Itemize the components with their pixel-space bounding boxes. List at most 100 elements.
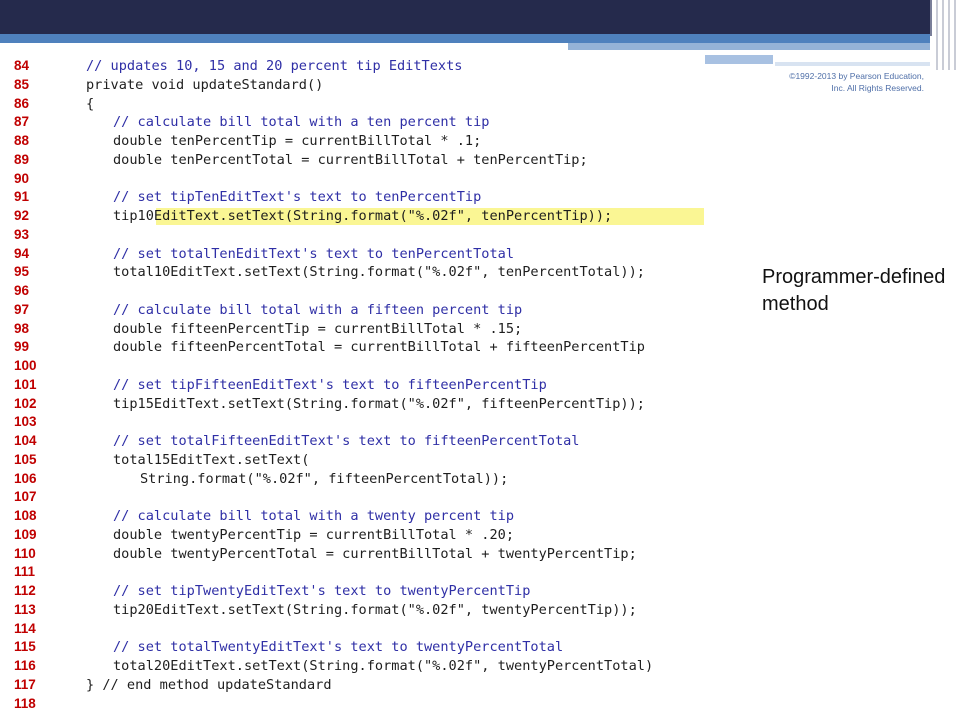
line-number: 103: [14, 414, 37, 430]
line-number: 97: [14, 301, 30, 317]
code-text: // updates 10, 15 and 20 percent tip Edi…: [86, 58, 463, 74]
code-text: tip20EditText.setText(String.format("%.0…: [113, 601, 637, 618]
code-line: 89 double tenPercentTotal = currentBillTo…: [14, 151, 704, 170]
code-text: double twentyPercentTip = currentBillTot…: [113, 526, 515, 543]
code-text: tip15EditText.setText(String.format("%.0…: [113, 395, 645, 412]
code-line: 115 // set totalTwentyEditText's text to …: [14, 638, 704, 657]
code-text: // set totalFifteenEditText's text to fi…: [113, 433, 580, 449]
line-number: 107: [14, 489, 37, 505]
code-text: double fifteenPercentTotal = currentBill…: [113, 339, 645, 356]
line-number: 88: [14, 133, 30, 148]
code-line: 99 double fifteenPercentTotal = currentBi…: [14, 338, 704, 357]
code-line: 105 total15EditText.setText(: [14, 451, 704, 470]
code-line: 91 // set tipTenEditText's text to tenPer…: [14, 188, 704, 207]
code-line: 110 double twentyPercentTotal = currentBi…: [14, 545, 704, 564]
code-line: 97 // calculate bill total with a fifteen…: [14, 301, 704, 320]
code-line: 108 // calculate bill total with a twenty…: [14, 507, 704, 526]
code-text: // calculate bill total with a fifteen p…: [113, 301, 523, 318]
line-number: 104: [14, 433, 37, 448]
code-text: double tenPercentTip = currentBillTotal …: [113, 133, 482, 149]
line-number: 110: [14, 545, 36, 561]
line-number: 102: [14, 395, 37, 411]
code-line: 87 // calculate bill total with a ten per…: [14, 113, 704, 132]
code-text: total20EditText.setText(String.format("%…: [113, 658, 654, 674]
line-number: 117: [14, 676, 36, 692]
accent-stripe: [0, 34, 930, 43]
code-text: // set totalTenEditText's text to tenPer…: [113, 245, 515, 262]
code-line: 92 tip10EditText.setText(String.format("%…: [14, 207, 704, 226]
code-listing: 84 // updates 10, 15 and 20 percent tip E…: [14, 57, 704, 715]
code-text: String.format("%.02f", fifteenPercentTot…: [140, 470, 509, 487]
code-line: 112 // set tipTwentyEditText's text to tw…: [14, 582, 704, 601]
code-line: 113 tip20EditText.setText(String.format("…: [14, 601, 704, 620]
code-text: // set tipTenEditText's text to tenPerce…: [113, 189, 482, 206]
line-number: 91: [14, 189, 30, 205]
code-text: // calculate bill total with a ten perce…: [113, 114, 490, 131]
line-number: 93: [14, 226, 30, 242]
code-line: 86 {: [14, 95, 704, 114]
line-number: 96: [14, 283, 30, 298]
code-text: double twentyPercentTotal = currentBillT…: [113, 545, 637, 562]
code-line: 102 tip15EditText.setText(String.format("…: [14, 395, 704, 414]
code-text: tip10EditText.setText(String.format("%.0…: [113, 208, 613, 224]
code-text: private void updateStandard(): [86, 76, 324, 93]
line-number: 105: [14, 451, 37, 467]
line-number: 109: [14, 526, 37, 542]
code-text: {: [86, 95, 95, 112]
code-line: 104 // set totalFifteenEditText's text to…: [14, 432, 704, 451]
line-number: 113: [14, 601, 36, 617]
code-line: 111: [14, 563, 704, 582]
code-line: 109 double twentyPercentTip = currentBill…: [14, 526, 704, 545]
line-number: 106: [14, 470, 37, 486]
line-number: 84: [14, 58, 30, 73]
code-line: 114: [14, 620, 704, 639]
code-text: // calculate bill total with a twenty pe…: [113, 508, 515, 524]
line-number: 108: [14, 508, 37, 523]
line-number: 111: [14, 564, 36, 580]
code-line: 103: [14, 413, 704, 432]
line-number: 98: [14, 320, 30, 336]
code-line: 95 total10EditText.setText(String.format(…: [14, 263, 704, 282]
header-bar: [0, 0, 930, 34]
line-number: 99: [14, 339, 30, 355]
code-line: 93: [14, 226, 704, 245]
line-number: 116: [14, 658, 36, 673]
line-number: 90: [14, 170, 30, 186]
accent-stripe-pale: [775, 62, 930, 66]
code-text: // set tipFifteenEditText's text to fift…: [113, 376, 547, 393]
code-line: 84 // updates 10, 15 and 20 percent tip E…: [14, 57, 704, 76]
code-text: double tenPercentTotal = currentBillTota…: [113, 151, 588, 168]
code-text: double fifteenPercentTip = currentBillTo…: [113, 320, 523, 337]
code-line: 106 String.format("%.02f", fifteenPercent…: [14, 470, 704, 489]
callout-label: Programmer-defined method: [762, 266, 946, 315]
code-line: 94 // set totalTenEditText's text to tenP…: [14, 245, 704, 264]
code-line: 98 double fifteenPercentTip = currentBill…: [14, 320, 704, 339]
corner-decoration: [930, 0, 960, 70]
code-line: 100: [14, 357, 704, 376]
accent-stripe-mid: [705, 55, 773, 64]
line-number: 95: [14, 264, 30, 280]
line-number: 114: [14, 620, 36, 636]
code-text: } // end method updateStandard: [86, 676, 332, 693]
line-number: 87: [14, 114, 30, 130]
code-line: 88 double tenPercentTip = currentBillTota…: [14, 132, 704, 151]
code-line: 116 total20EditText.setText(String.format…: [14, 657, 704, 676]
code-line: 117 } // end method updateStandard: [14, 676, 704, 695]
line-number: 94: [14, 245, 30, 261]
line-number: 101: [14, 376, 37, 392]
line-number: 86: [14, 95, 30, 111]
line-number: 89: [14, 151, 30, 167]
code-line: 96: [14, 282, 704, 301]
line-number: 100: [14, 358, 37, 373]
line-number: 85: [14, 76, 30, 92]
code-line: 90: [14, 170, 704, 189]
code-text: // set tipTwentyEditText's text to twent…: [113, 583, 531, 599]
line-number: 112: [14, 583, 36, 598]
code-line: 118: [14, 695, 704, 714]
line-number: 115: [14, 639, 36, 655]
line-number: 118: [14, 695, 36, 711]
code-text: total10EditText.setText(String.format("%…: [113, 264, 645, 281]
code-text: // set totalTwentyEditText's text to twe…: [113, 639, 564, 656]
code-line: 107: [14, 488, 704, 507]
copyright-notice: ©1992-2013 by Pearson Education, Inc. Al…: [789, 71, 924, 93]
